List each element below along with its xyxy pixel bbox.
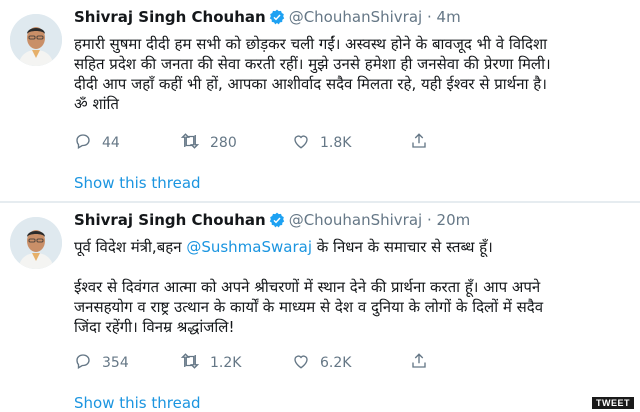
tweet-time[interactable]: 20m <box>437 211 471 229</box>
like-icon <box>292 352 320 374</box>
reply-icon <box>74 132 102 154</box>
author-name[interactable]: Shivraj Singh Chouhan <box>74 211 266 229</box>
tweet-text-line: हमारी सुषमा दीदी हम सभी को छोड़कर चली गई… <box>74 35 548 53</box>
like-icon <box>292 132 320 154</box>
tweet-text-line: दीदी आप जहाँ कहीं भी हों, आपका आशीर्वाद … <box>74 75 547 93</box>
show-thread-link[interactable]: Show this thread <box>74 174 201 192</box>
tweet-badge: TWEET <box>592 397 634 409</box>
reply-icon <box>74 352 102 374</box>
tweet-time[interactable]: 4m <box>437 8 461 26</box>
reply-count: 44 <box>102 135 120 151</box>
tweet-text-segment: पूर्व विदेश मंत्री,बहन <box>74 238 187 256</box>
show-thread-link[interactable]: Show this thread <box>74 394 201 412</box>
reply-button[interactable]: 354 <box>74 353 129 373</box>
retweet-count: 1.2K <box>210 355 242 371</box>
share-button[interactable] <box>410 133 438 153</box>
retweet-count: 280 <box>210 135 237 151</box>
verified-badge-icon <box>269 212 285 232</box>
avatar[interactable] <box>10 14 62 66</box>
tweet-text-line: ॐ शांति <box>74 95 119 113</box>
mention-link[interactable]: @SushmaSwaraj <box>186 238 312 256</box>
separator-dot: · <box>426 211 432 229</box>
reply-count: 354 <box>102 355 129 371</box>
tweet-text-line: जिंदा रहेंगी। विनम्र श्रद्धांजलि! <box>74 318 235 336</box>
separator-dot: · <box>426 8 432 26</box>
like-button[interactable]: 6.2K <box>292 353 351 373</box>
tweet-text-line: जनसहयोग व राष्ट्र उत्थान के कार्यों के म… <box>74 298 544 316</box>
author-handle[interactable]: @ChouhanShivraj <box>289 8 422 26</box>
avatar[interactable] <box>10 217 62 269</box>
author-handle[interactable]: @ChouhanShivraj <box>289 211 422 229</box>
tweet-text-segment: के निधन के समाचार से स्तब्ध हूँ। <box>312 238 493 256</box>
retweet-button[interactable]: 280 <box>180 133 237 153</box>
retweet-icon <box>180 132 210 154</box>
retweet-button[interactable]: 1.2K <box>180 353 241 373</box>
tweet-header: Shivraj Singh Chouhan @ChouhanShivraj · 4… <box>74 8 461 30</box>
tweet-header: Shivraj Singh Chouhan @ChouhanShivraj · 2… <box>74 211 470 233</box>
tweet-text: पूर्व विदेश मंत्री,बहन @SushmaSwaraj के … <box>74 237 634 337</box>
retweet-icon <box>180 352 210 374</box>
like-count: 6.2K <box>320 355 352 371</box>
tweet-text: हमारी सुषमा दीदी हम सभी को छोड़कर चली गई… <box>74 34 634 114</box>
tweet-1[interactable]: Shivraj Singh Chouhan @ChouhanShivraj · 4… <box>0 0 640 202</box>
like-button[interactable]: 1.8K <box>292 133 351 153</box>
tweet-text-line: पूर्व विदेश मंत्री,बहन @SushmaSwaraj के … <box>74 237 634 257</box>
share-icon <box>410 132 438 154</box>
tweet-2[interactable]: Shivraj Singh Chouhan @ChouhanShivraj · 2… <box>0 203 640 412</box>
reply-button[interactable]: 44 <box>74 133 120 153</box>
author-name[interactable]: Shivraj Singh Chouhan <box>74 8 266 26</box>
like-count: 1.8K <box>320 135 352 151</box>
tweet-text-line: ईश्वर से दिवंगत आत्मा को अपने श्रीचरणों … <box>74 278 541 296</box>
share-button[interactable] <box>410 353 438 373</box>
verified-badge-icon <box>269 9 285 29</box>
share-icon <box>410 352 438 374</box>
tweet-text-line: सहित प्रदेश की जनता की सेवा करती रहीं। म… <box>74 55 551 73</box>
